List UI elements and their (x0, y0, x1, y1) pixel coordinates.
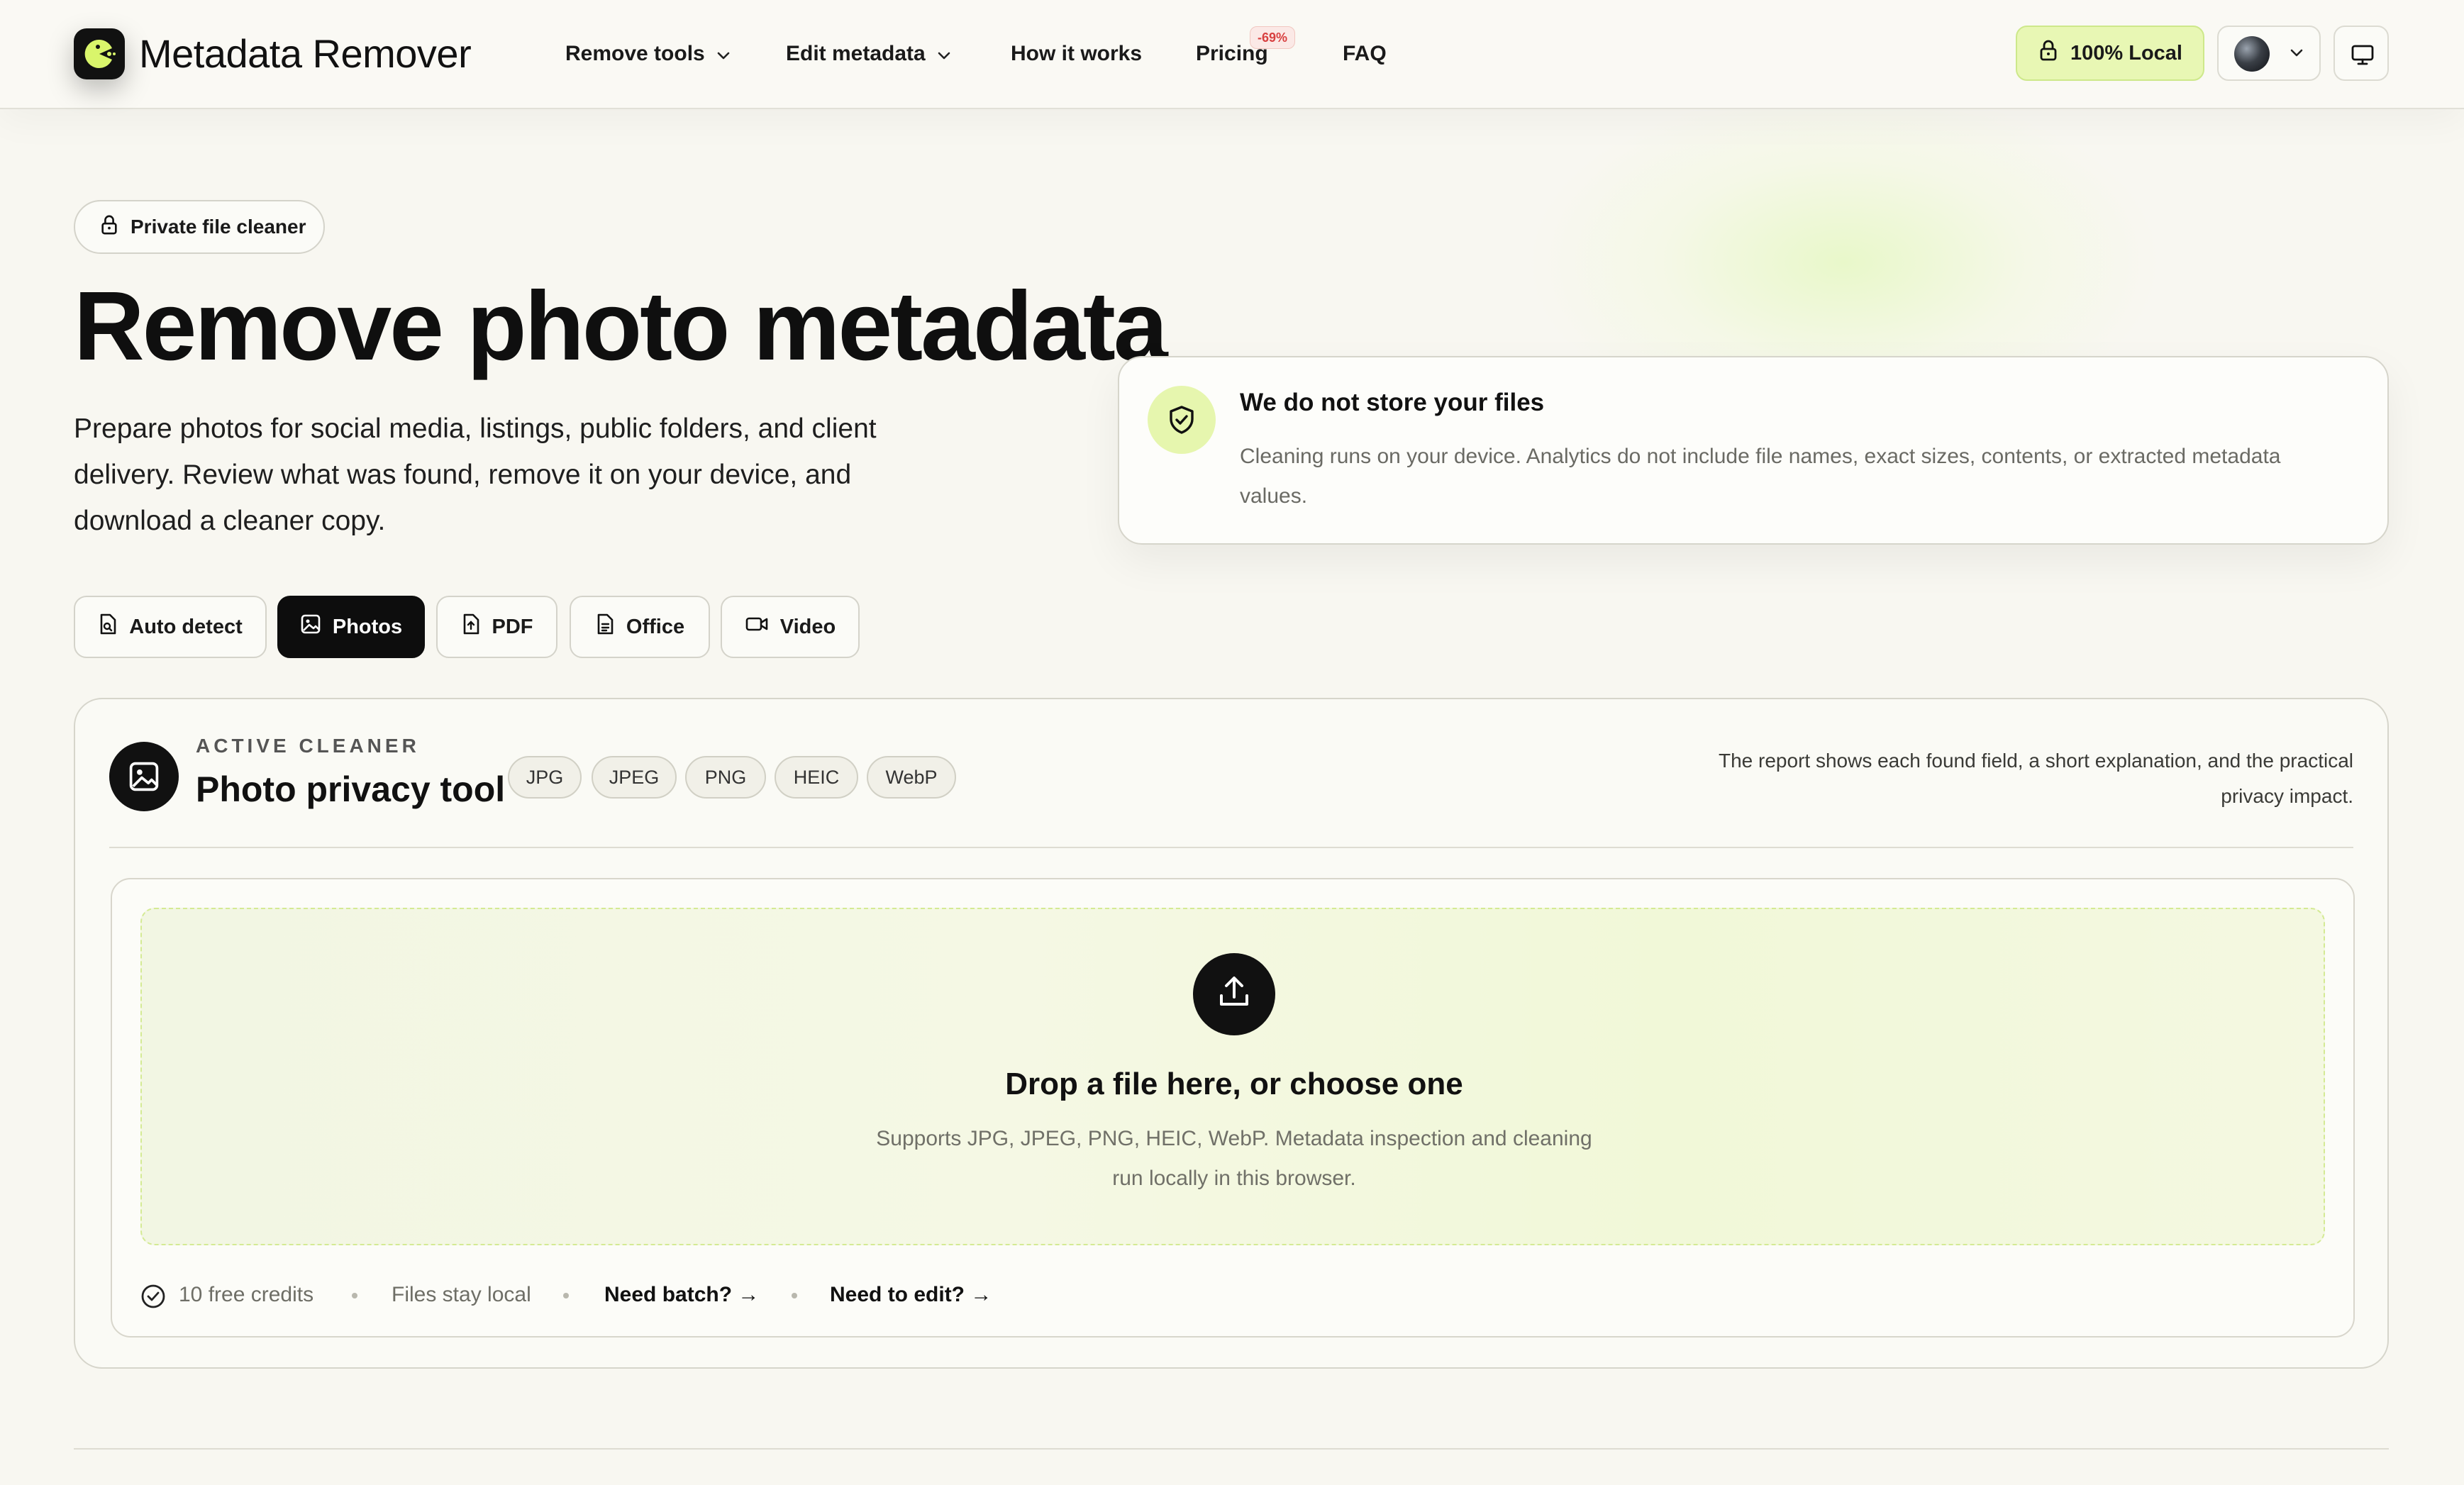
local-mode-label: 100% Local (2070, 41, 2182, 65)
separator-dot (352, 1293, 357, 1298)
tab-label: PDF (492, 615, 533, 638)
hero-description: Prepare photos for social media, listing… (74, 413, 877, 536)
nav-edit-metadata[interactable]: Edit metadata (786, 33, 951, 75)
tab-label: Office (626, 615, 685, 638)
tab-label: Video (779, 615, 836, 638)
display-mode-button[interactable] (2333, 26, 2389, 81)
tab-label: Auto detect (129, 615, 243, 638)
privacy-card: We do not store your files Cleaning runs… (1118, 356, 2389, 545)
format-chip: JPEG (592, 756, 677, 799)
section-divider (74, 1448, 2389, 1450)
nav-remove-tools[interactable]: Remove tools (565, 33, 731, 75)
separator-dot (792, 1293, 797, 1298)
upload-icon[interactable] (1193, 953, 1275, 1035)
tab-video[interactable]: Video (721, 596, 860, 658)
top-navbar: Metadata Remover Remove tools Edit metad… (0, 0, 2464, 109)
document-icon (595, 613, 615, 641)
tab-auto-detect[interactable]: Auto detect (74, 596, 267, 658)
pricing-discount-badge: -69% (1250, 26, 1296, 49)
privacy-card-title: We do not store your files (1240, 389, 1545, 416)
account-menu-button[interactable] (2217, 26, 2321, 81)
chevron-down-icon (2290, 48, 2304, 62)
shield-check-icon (1148, 386, 1216, 454)
divider (109, 847, 2353, 848)
nav-edit-metadata-label: Edit metadata (786, 42, 926, 65)
brand-name[interactable]: Metadata Remover (139, 28, 472, 79)
free-credits-label: 10 free credits (179, 1283, 314, 1306)
panel-note: The report shows each found field, a sho… (1719, 750, 2353, 807)
private-cleaner-pill: Private file cleaner (74, 200, 325, 254)
image-icon (109, 742, 179, 811)
chevron-down-icon (716, 33, 731, 76)
lock-icon (99, 214, 119, 240)
upload-card: Drop a file here, or choose one Supports… (111, 878, 2355, 1337)
need-edit-link[interactable]: Need to edit? → (830, 1274, 992, 1316)
separator-dot (563, 1293, 569, 1298)
file-dropzone[interactable]: Drop a file here, or choose one Supports… (140, 908, 2325, 1245)
tab-label: Photos (332, 615, 403, 638)
local-mode-button[interactable]: 100% Local (2016, 26, 2204, 81)
format-chip: WebP (867, 756, 956, 799)
avatar (2234, 36, 2270, 72)
panel-title: Photo privacy tool (196, 769, 506, 809)
panel-eyebrow: ACTIVE CLEANER (196, 735, 420, 757)
lock-icon (2038, 39, 2059, 67)
check-circle-icon (140, 1284, 166, 1313)
format-chip: HEIC (775, 756, 858, 799)
need-batch-link[interactable]: Need batch? → (604, 1274, 759, 1316)
format-chip: JPG (508, 756, 582, 799)
files-local-label: Files stay local (392, 1283, 531, 1306)
nav-how-it-works[interactable]: How it works (1011, 33, 1142, 75)
video-icon (745, 615, 769, 639)
privacy-card-text: Cleaning runs on your device. Analytics … (1240, 445, 2281, 508)
logo-icon[interactable] (74, 28, 125, 79)
chevron-down-icon (937, 33, 951, 76)
tab-pdf[interactable]: PDF (436, 596, 557, 658)
page-title: Remove photo metadata (74, 272, 1168, 381)
pill-label: Private file cleaner (131, 216, 306, 238)
format-chip: PNG (685, 756, 766, 799)
dropzone-title: Drop a file here, or choose one (1005, 1067, 1463, 1101)
dropzone-subtitle: Supports JPG, JPEG, PNG, HEIC, WebP. Met… (876, 1127, 1592, 1190)
nav-faq[interactable]: FAQ (1343, 33, 1387, 75)
tab-photos[interactable]: Photos (277, 596, 425, 658)
cleaner-panel: ACTIVE CLEANER Photo privacy tool JPG JP… (74, 698, 2389, 1369)
file-icon (461, 613, 481, 641)
file-search-icon (98, 613, 118, 641)
nav-remove-tools-label: Remove tools (565, 42, 705, 65)
tab-office[interactable]: Office (570, 596, 710, 658)
image-icon (300, 613, 321, 640)
